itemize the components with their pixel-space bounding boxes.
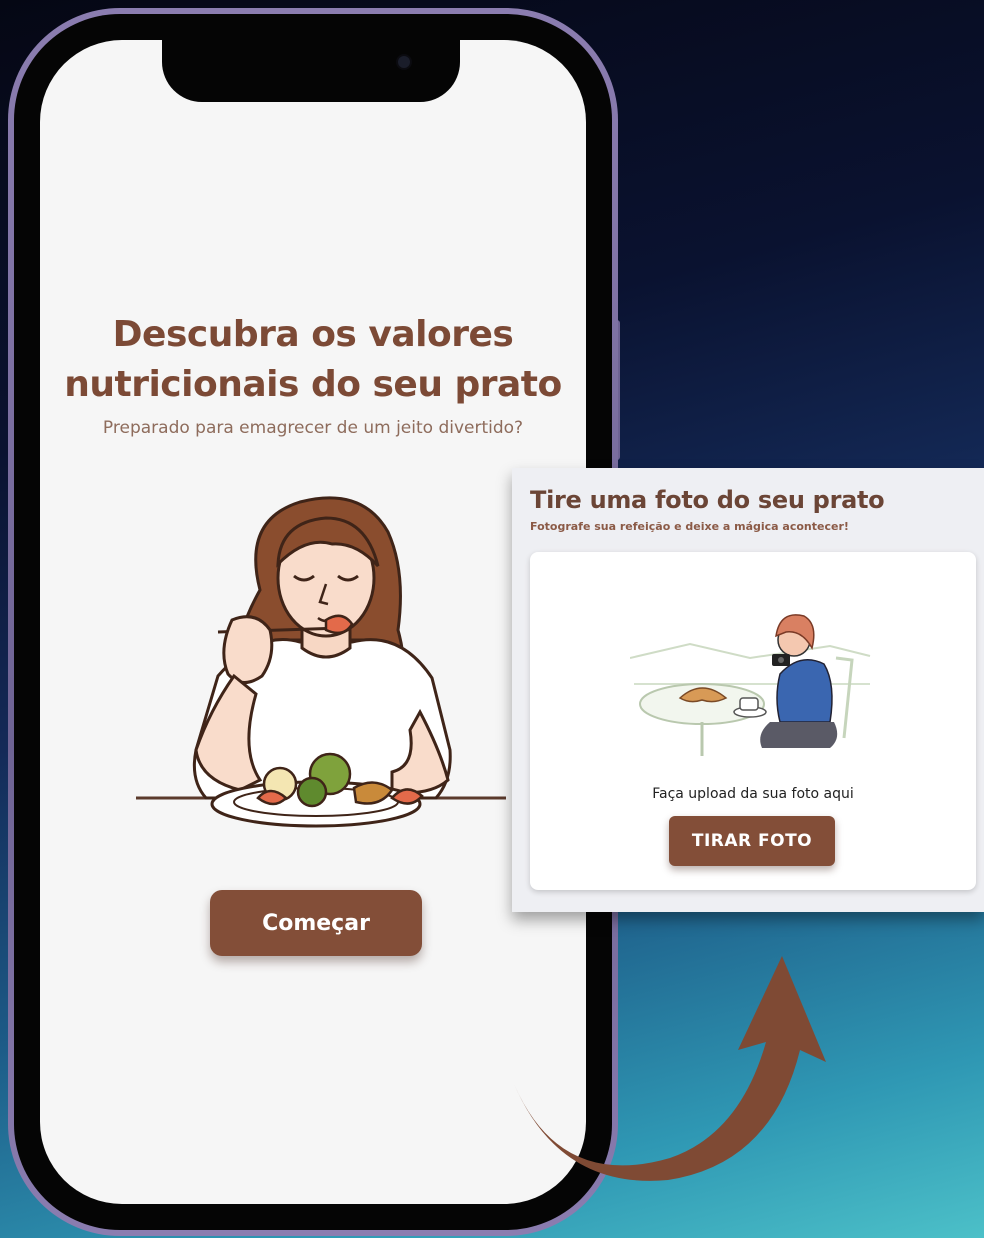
phone-notch [162,40,460,102]
photo-screen-title: Tire uma foto do seu prato [530,486,885,514]
page-title: Descubra os valores nutricionais do seu … [40,310,586,410]
woman-photographing-food-illustration [630,614,871,756]
start-button[interactable]: Começar [210,890,422,956]
woman-eating-salad-illustration [136,496,506,828]
photo-screen-panel: Tire uma foto do seu prato Fotografe sua… [512,468,984,912]
page-subtitle: Preparado para emagrecer de um jeito div… [102,418,524,438]
curved-arrow-icon [514,956,826,1181]
page-title-line-1: Descubra os valores [112,314,514,355]
photo-screen-subtitle: Fotografe sua refeição e deixe a mágica … [530,520,849,533]
page-title-line-2: nutricionais do seu prato [64,364,562,405]
front-camera-icon [398,56,410,68]
take-photo-button[interactable]: TIRAR FOTO [669,816,835,866]
upload-instruction: Faça upload da sua foto aqui [652,786,854,802]
upload-card: Faça upload da sua foto aqui TIRAR FOTO [530,552,976,890]
